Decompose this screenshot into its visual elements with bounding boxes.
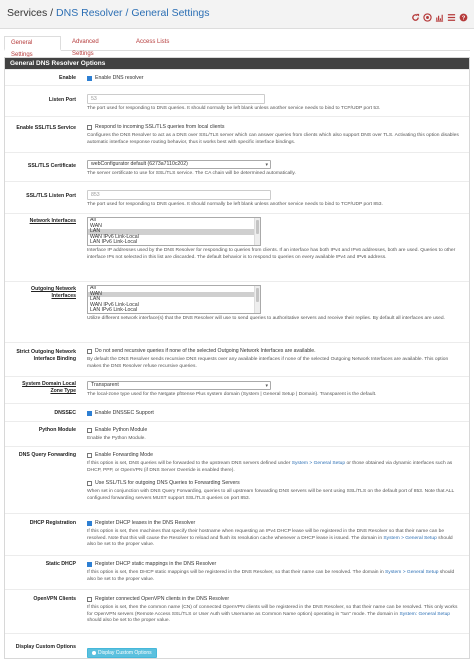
general-options-panel: General DNS Resolver Options Enable Enab… bbox=[4, 57, 470, 659]
check-icon bbox=[87, 561, 92, 567]
label-dhcp-registration: DHCP Registration bbox=[29, 520, 76, 526]
tab-access-lists[interactable]: Access Lists bbox=[130, 36, 178, 51]
label-ssl-certificate: SSL/TLS Certificate bbox=[27, 163, 76, 169]
outgoing-interfaces-list[interactable]: All WAN LAN WAN IPv6 Link-Local LAN IPv6… bbox=[87, 285, 261, 314]
forwarding-ssl-help: When set in conjunction with DNS Query F… bbox=[87, 489, 455, 501]
row-listen-port: Listen Port 53 The port used for respond… bbox=[5, 85, 469, 116]
label-ssl-service: Enable SSL/TLS Service bbox=[16, 125, 76, 131]
general-setup-link[interactable]: System: General Setup bbox=[399, 612, 450, 617]
breadcrumb-services[interactable]: Services / bbox=[7, 7, 53, 19]
openvpn-clients-checkbox[interactable]: Register connected OpenVPN clients in th… bbox=[87, 595, 461, 603]
list-item[interactable]: LAN IPv6 Link-Local bbox=[88, 240, 260, 245]
ssl-listen-port-help: The port used for responding to DNS quer… bbox=[87, 202, 383, 207]
zone-type-help: The local-zone type used for the Netgate… bbox=[87, 392, 377, 397]
panel-title: General DNS Resolver Options bbox=[5, 58, 469, 69]
row-ssl-listen-port: SSL/TLS Listen Port 853 The port used fo… bbox=[5, 181, 469, 213]
ssl-certificate-help: The server certificate to use for SSL/TL… bbox=[87, 171, 296, 176]
scrollbar[interactable] bbox=[254, 286, 260, 313]
list-icon[interactable] bbox=[447, 9, 456, 21]
python-module-help: Enable the Python Module. bbox=[87, 436, 146, 441]
outgoing-interfaces-help: Utilize different network interface(s) t… bbox=[87, 316, 445, 321]
network-interfaces-help: Interface IP addresses used by the DNS R… bbox=[87, 248, 456, 260]
listen-port-help: The port used for responding to DNS quer… bbox=[87, 106, 381, 111]
label-enable: Enable bbox=[58, 75, 76, 81]
row-openvpn-clients: OpenVPN Clients Register connected OpenV… bbox=[5, 589, 469, 633]
static-dhcp-checkbox[interactable]: Register DHCP static mappings in the DNS… bbox=[87, 560, 461, 568]
label-listen-port: Listen Port bbox=[48, 97, 76, 103]
check-icon bbox=[87, 410, 92, 416]
ssl-service-help: Configures the DNS Resolver to act as a … bbox=[87, 133, 459, 145]
row-custom-options: Display Custom Options Display Custom Op… bbox=[5, 633, 469, 659]
general-setup-link[interactable]: System > General Setup bbox=[385, 570, 438, 575]
help-icon[interactable]: ? bbox=[459, 9, 468, 22]
dnssec-checkbox[interactable]: Enable DNSSEC Support bbox=[87, 409, 461, 417]
breadcrumb-dns-resolver[interactable]: DNS Resolver / bbox=[56, 7, 128, 19]
tab-general-settings[interactable]: General Settings bbox=[4, 36, 61, 58]
row-ssl-service: Enable SSL/TLS Service Respond to incomi… bbox=[5, 116, 469, 152]
label-static-dhcp: Static DHCP bbox=[45, 561, 76, 567]
tab-bar: General Settings Advanced Settings Acces… bbox=[4, 36, 470, 58]
zone-type-select[interactable]: Transparent ▾ bbox=[87, 381, 271, 390]
svg-text:?: ? bbox=[462, 16, 466, 22]
general-setup-link[interactable]: System > General Setup bbox=[292, 461, 345, 466]
strict-binding-help: By default the DNS Resolver sends recurs… bbox=[87, 357, 449, 369]
gear-icon bbox=[92, 651, 96, 655]
row-static-dhcp: Static DHCP Register DHCP static mapping… bbox=[5, 555, 469, 589]
scrollbar[interactable] bbox=[254, 218, 260, 245]
row-network-interfaces: Network Interfaces All WAN LAN WAN IPv6 … bbox=[5, 213, 469, 281]
breadcrumb: Services / DNS Resolver / General Settin… bbox=[7, 7, 210, 19]
static-dhcp-help: If this option is set, then DHCP static … bbox=[87, 570, 455, 582]
row-zone-type: System Domain Local Zone Type Transparent… bbox=[5, 376, 469, 403]
label-network-interfaces: Network Interfaces bbox=[29, 218, 76, 224]
row-dnssec: DNSSEC Enable DNSSEC Support bbox=[5, 403, 469, 421]
page-header: Services / DNS Resolver / General Settin… bbox=[0, 0, 474, 29]
label-zone-type: System Domain Local Zone Type bbox=[22, 381, 76, 394]
row-query-forwarding: DNS Query Forwarding Enable Forwarding M… bbox=[5, 446, 469, 513]
openvpn-clients-help: If this option is set, then the common n… bbox=[87, 605, 458, 624]
tab-advanced-settings[interactable]: Advanced Settings bbox=[66, 36, 128, 57]
ssl-service-checkbox[interactable]: Respond to incoming SSL/TLS queries from… bbox=[87, 123, 461, 131]
graph-icon[interactable] bbox=[435, 9, 444, 22]
label-dnssec: DNSSEC bbox=[54, 410, 76, 416]
row-ssl-certificate: SSL/TLS Certificate webConfigurator defa… bbox=[5, 152, 469, 181]
chevron-down-icon: ▾ bbox=[265, 383, 268, 389]
label-openvpn-clients: OpenVPN Clients bbox=[33, 596, 76, 602]
row-dhcp-registration: DHCP Registration Register DHCP leases i… bbox=[5, 513, 469, 555]
chevron-down-icon: ▾ bbox=[265, 162, 268, 168]
label-ssl-listen-port: SSL/TLS Listen Port bbox=[26, 193, 76, 199]
label-outgoing-interfaces: Outgoing Network Interfaces bbox=[31, 286, 76, 299]
enable-checkbox[interactable]: Enable DNS resolver bbox=[87, 74, 461, 82]
label-python-module: Python Module bbox=[38, 427, 76, 433]
ssl-listen-port-input[interactable]: 853 bbox=[87, 190, 271, 200]
python-module-checkbox[interactable]: Enable Python Module bbox=[87, 426, 461, 434]
display-custom-options-button[interactable]: Display Custom Options bbox=[87, 648, 157, 658]
breadcrumb-general-settings[interactable]: General Settings bbox=[131, 7, 209, 19]
listen-port-input[interactable]: 53 bbox=[87, 94, 265, 104]
row-outgoing-interfaces: Outgoing Network Interfaces All WAN LAN W… bbox=[5, 281, 469, 342]
row-strict-binding: Strict Outgoing Network Interface Binding… bbox=[5, 342, 469, 376]
list-item[interactable]: LAN IPv6 Link-Local bbox=[88, 308, 260, 313]
label-custom-options: Display Custom Options bbox=[15, 644, 76, 650]
row-enable: Enable Enable DNS resolver bbox=[5, 69, 469, 85]
network-interfaces-list[interactable]: All WAN LAN WAN IPv6 Link-Local LAN IPv6… bbox=[87, 217, 261, 246]
forwarding-help: If this option is set, DNS queries will … bbox=[87, 461, 453, 473]
check-icon bbox=[87, 75, 92, 81]
forwarding-ssl-checkbox[interactable]: Use SSL/TLS for outgoing DNS Queries to … bbox=[87, 479, 461, 487]
dhcp-registration-help: If this option is set, then machines tha… bbox=[87, 529, 453, 548]
ssl-certificate-select[interactable]: webConfigurator default (6273a7110c202) ▾ bbox=[87, 160, 271, 169]
row-python-module: Python Module Enable Python Module Enabl… bbox=[5, 421, 469, 446]
reload-icon[interactable] bbox=[411, 9, 420, 21]
dhcp-registration-checkbox[interactable]: Register DHCP leases in the DNS Resolver bbox=[87, 519, 461, 527]
check-icon bbox=[87, 520, 92, 526]
strict-binding-checkbox[interactable]: Do not send recursive queries if none of… bbox=[87, 347, 461, 355]
label-query-forwarding: DNS Query Forwarding bbox=[18, 452, 76, 458]
status-icon[interactable] bbox=[423, 9, 432, 22]
label-strict-binding: Strict Outgoing Network Interface Binding bbox=[16, 349, 76, 362]
general-setup-link[interactable]: System > General Setup bbox=[383, 536, 436, 541]
forwarding-mode-checkbox[interactable]: Enable Forwarding Mode bbox=[87, 451, 461, 459]
